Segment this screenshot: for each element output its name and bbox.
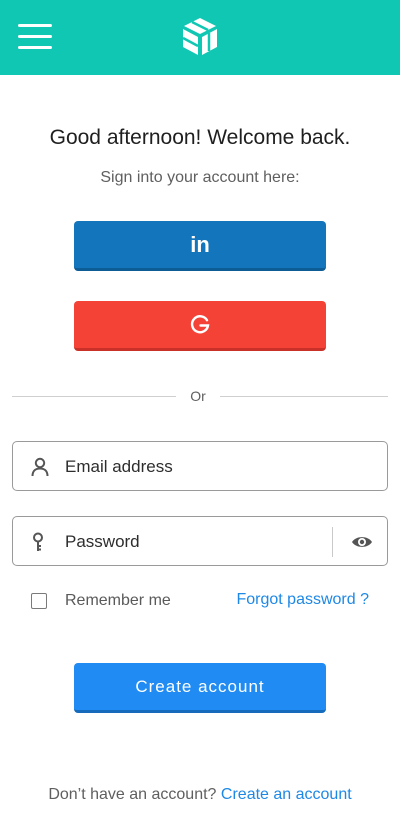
remember-me-checkbox[interactable] bbox=[31, 593, 47, 609]
create-account-button[interactable]: Create account bbox=[74, 663, 326, 713]
top-app-bar bbox=[0, 0, 400, 75]
sign-in-subtitle: Sign into your account here: bbox=[100, 169, 300, 186]
google-g-icon bbox=[190, 314, 210, 333]
or-divider: Or bbox=[12, 388, 388, 404]
password-placeholder: Password bbox=[65, 532, 140, 551]
hamburger-menu-icon[interactable] bbox=[18, 24, 52, 50]
linkedin-sign-in-button[interactable]: in bbox=[74, 221, 326, 271]
footer-signup-prompt: Don’t have an account? Create an account bbox=[0, 786, 400, 804]
field-separator bbox=[332, 527, 333, 557]
create-an-account-link[interactable]: Create an account bbox=[221, 786, 352, 803]
password-field[interactable]: Password bbox=[12, 516, 388, 566]
linkedin-icon: in bbox=[190, 231, 210, 257]
email-field[interactable]: Email address bbox=[12, 441, 388, 491]
forgot-password-link[interactable]: Forgot password ? bbox=[236, 591, 369, 609]
eye-icon[interactable] bbox=[350, 531, 374, 553]
email-placeholder: Email address bbox=[65, 457, 173, 476]
footer-text: Don’t have an account? bbox=[48, 786, 217, 803]
key-icon bbox=[33, 532, 43, 551]
divider-line-left bbox=[12, 396, 176, 397]
divider-line-right bbox=[220, 396, 388, 397]
user-icon bbox=[31, 457, 49, 477]
remember-me-row[interactable]: Remember me bbox=[31, 590, 171, 612]
google-sign-in-button[interactable] bbox=[74, 301, 326, 351]
or-label: Or bbox=[190, 388, 206, 404]
remember-me-label: Remember me bbox=[65, 592, 171, 609]
cube-logo-icon[interactable] bbox=[178, 16, 222, 58]
greeting-heading: Good afternoon! Welcome back. bbox=[49, 126, 351, 149]
